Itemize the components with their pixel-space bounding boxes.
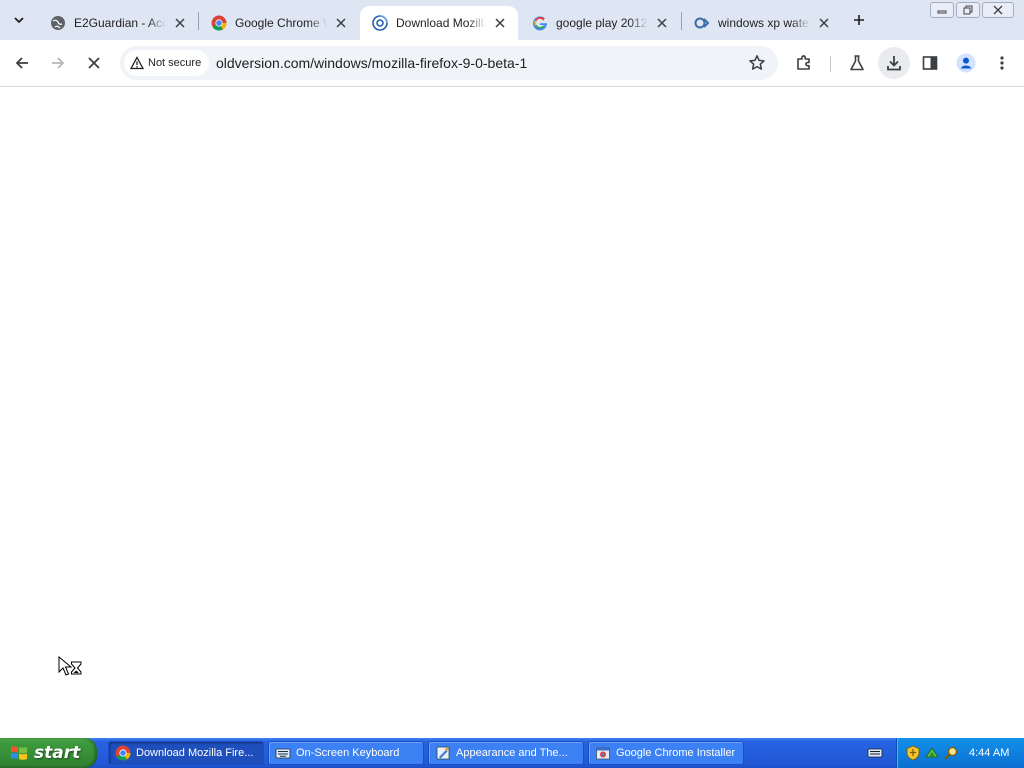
close-icon: [993, 5, 1003, 15]
toolbar-divider: [830, 56, 831, 72]
plus-icon: [854, 15, 864, 25]
bookmark-star-button[interactable]: [744, 50, 770, 76]
tab-e2guardian[interactable]: E2Guardian - Access Denied: [38, 6, 198, 40]
tab-title: google play 2012 - Google Search: [556, 16, 648, 30]
minimize-button[interactable]: [930, 2, 954, 18]
keyboard-icon: [275, 748, 291, 759]
restore-icon: [963, 5, 973, 15]
url-text[interactable]: oldversion.com/windows/mozilla-firefox-9…: [216, 46, 527, 80]
profile-button[interactable]: [950, 47, 982, 79]
taskbar-item-label: Appearance and The...: [456, 747, 568, 759]
taskbar-item-download-mozilla[interactable]: Download Mozilla Fire...: [108, 741, 264, 765]
close-icon: [88, 57, 100, 69]
security-chip[interactable]: Not secure: [124, 50, 210, 76]
start-label: start: [34, 743, 81, 763]
tab-google-play-search[interactable]: google play 2012 - Google Search: [520, 6, 680, 40]
tab-strip: E2Guardian - Access Denied Google Chrome…: [0, 0, 1024, 40]
restore-button[interactable]: [956, 2, 980, 18]
site-icon: [694, 17, 710, 29]
close-icon[interactable]: [172, 15, 188, 31]
tab-chrome-web-store[interactable]: Google Chrome Web Store: [199, 6, 359, 40]
menu-button[interactable]: [986, 47, 1018, 79]
taskbar-item-appearance-and-themes[interactable]: Appearance and The...: [428, 741, 584, 765]
network-icon[interactable]: [924, 745, 940, 761]
taskbar-item-label: On-Screen Keyboard: [296, 747, 400, 759]
tab-title: Google Chrome Web Store: [235, 16, 327, 30]
browser-toolbar: Not secure oldversion.com/windows/mozill…: [0, 40, 1024, 87]
labs-button[interactable]: [841, 47, 873, 79]
back-button[interactable]: [6, 47, 38, 79]
clock[interactable]: 4:44 AM: [969, 738, 1009, 768]
close-window-button[interactable]: [982, 2, 1014, 18]
close-icon[interactable]: [492, 15, 508, 31]
new-tab-button[interactable]: [847, 8, 871, 32]
globe-icon: [51, 16, 65, 30]
side-panel-button[interactable]: [914, 47, 946, 79]
security-label: Not secure: [148, 57, 202, 69]
back-arrow-icon: [15, 57, 28, 69]
puzzle-icon: [797, 55, 810, 70]
taskbar-item-on-screen-keyboard[interactable]: On-Screen Keyboard: [268, 741, 424, 765]
tab-windows-xp-watercolor[interactable]: windows xp watercolor: [682, 6, 842, 40]
extensions-button[interactable]: [788, 47, 820, 79]
security-shield-icon[interactable]: [905, 745, 921, 761]
busy-cursor-icon: [58, 656, 82, 676]
keyboard-icon[interactable]: [867, 745, 883, 761]
more-vert-icon: [1000, 56, 1004, 70]
forward-button[interactable]: [42, 47, 74, 79]
taskbar-item-google-chrome-installer[interactable]: Google Chrome Installer: [588, 741, 744, 765]
start-button[interactable]: start: [0, 738, 97, 768]
google-g-icon: [533, 16, 548, 31]
chevron-down-icon: [14, 17, 24, 24]
taskbar-item-label: Download Mozilla Fire...: [136, 747, 254, 759]
forward-arrow-icon: [52, 57, 65, 69]
chrome-icon: [211, 15, 227, 31]
avatar-icon: [956, 53, 976, 73]
star-icon: [749, 55, 765, 70]
tab-title: E2Guardian - Access Denied: [74, 16, 166, 30]
close-icon[interactable]: [816, 15, 832, 31]
chrome-icon: [115, 745, 131, 761]
window-controls: [930, 2, 1014, 18]
minimize-icon: [937, 10, 947, 14]
close-icon[interactable]: [333, 15, 349, 31]
warning-icon: [130, 56, 144, 70]
address-bar[interactable]: Not secure oldversion.com/windows/mozill…: [120, 46, 778, 80]
side-panel-icon: [922, 56, 938, 70]
tab-search-button[interactable]: [7, 8, 31, 32]
tab-download-mozilla-firefox[interactable]: Download Mozilla Firefox 9.0 Beta 1: [360, 6, 518, 40]
tab-title: Download Mozilla Firefox 9.0 Beta 1: [396, 16, 486, 30]
taskbar-item-label: Google Chrome Installer: [616, 747, 736, 759]
system-tray: 4:44 AM: [896, 738, 1024, 768]
downloads-button[interactable]: [878, 47, 910, 79]
close-icon[interactable]: [654, 15, 670, 31]
download-icon: [887, 56, 901, 71]
oldversion-icon: [372, 15, 388, 31]
search-icon[interactable]: [943, 745, 959, 761]
page-content[interactable]: [0, 87, 1024, 738]
windows-flag-icon: [11, 746, 27, 760]
installer-icon: [596, 747, 610, 760]
control-panel-icon: [436, 746, 450, 760]
flask-icon: [850, 55, 864, 71]
stop-loading-button[interactable]: [78, 47, 110, 79]
tab-title: windows xp watercolor: [718, 16, 810, 30]
taskbar: start Download Mozilla Fire... On-Screen…: [0, 738, 1024, 768]
